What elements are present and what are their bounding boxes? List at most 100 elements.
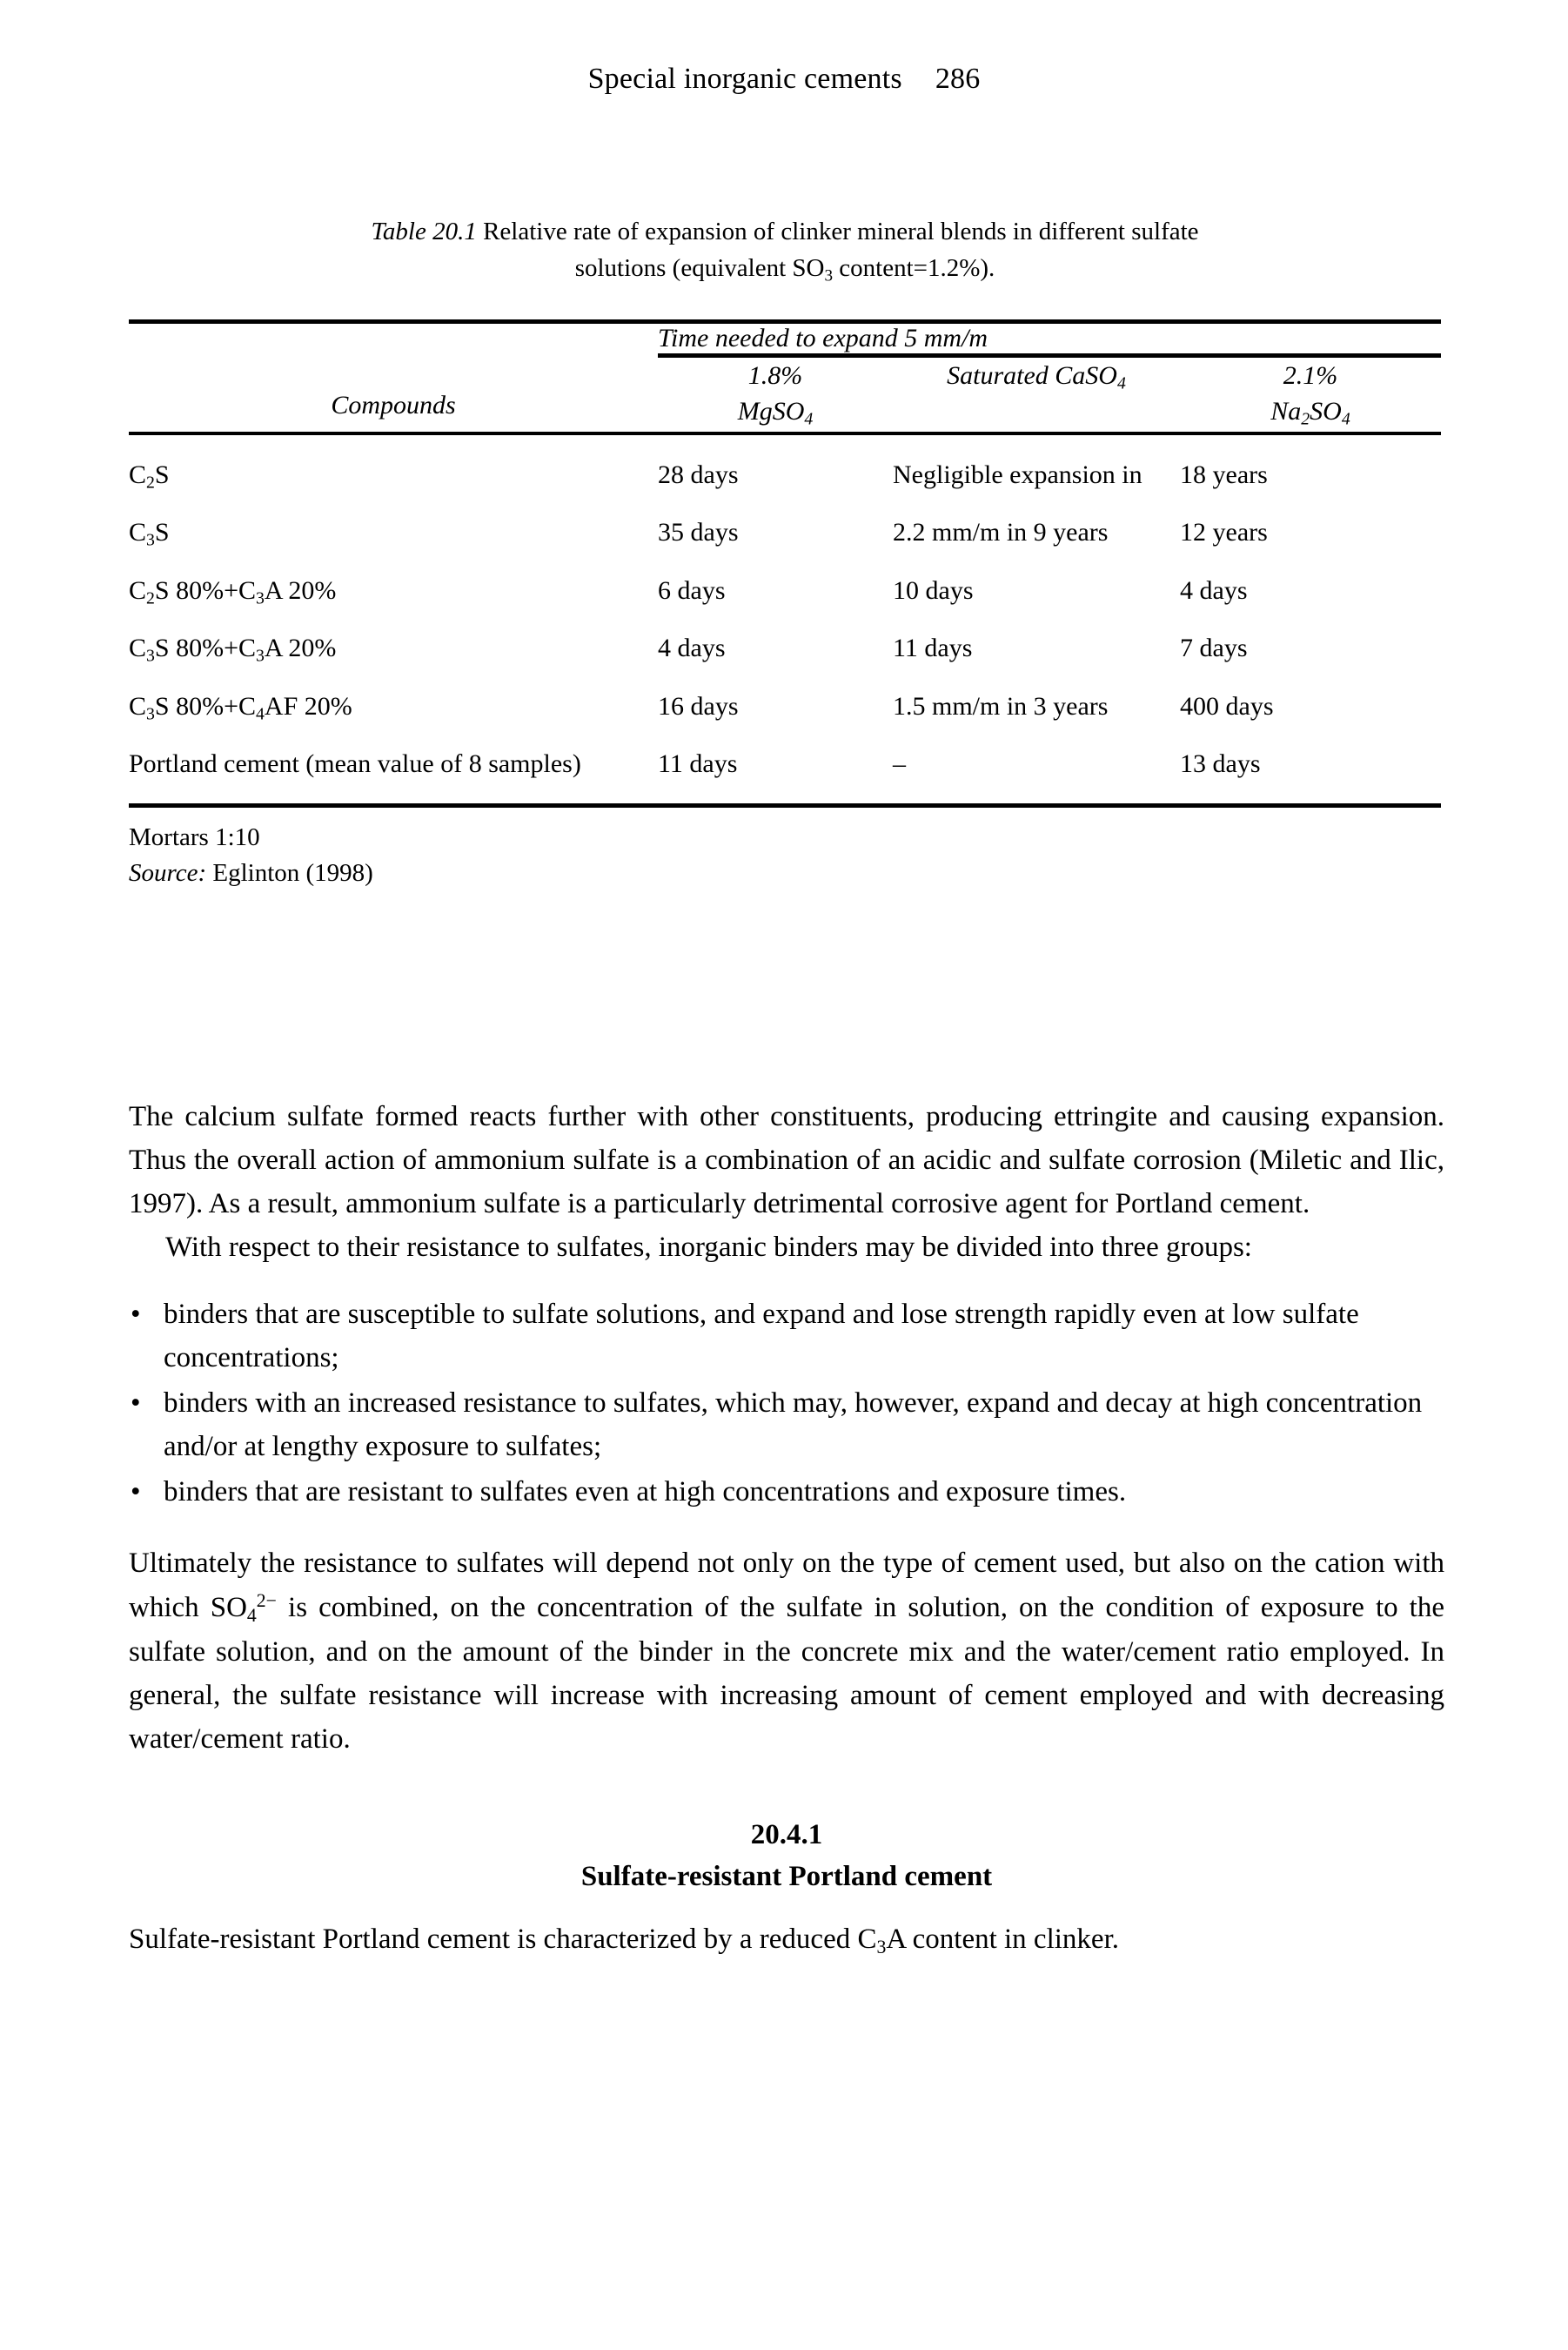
na2so4-percent: 2.1% xyxy=(1283,360,1338,390)
group-header-time-needed: Time needed to expand 5 mm/m xyxy=(658,323,988,352)
table-head: Time needed to expand 5 mm/m Compounds 1… xyxy=(129,319,1441,437)
list-item-text: binders with an increased resistance to … xyxy=(164,1386,1423,1463)
compound-subscript: 2 xyxy=(146,588,155,608)
so4-subscript: 4 xyxy=(246,1604,257,1626)
cell-caso4: 11 days xyxy=(893,634,973,663)
na2so4-text-b: SO xyxy=(1310,397,1342,426)
cell-na2so4: 13 days xyxy=(1180,749,1261,779)
bullet-icon: • xyxy=(131,1298,141,1330)
table-row: C3S 35 days 2.2 mm/m in 9 years 12 years xyxy=(129,494,1441,552)
list-item: • binders that are susceptible to sulfate… xyxy=(129,1292,1444,1380)
mgso4-formula-sub: 4 xyxy=(804,409,814,429)
list-item: • binders that are resistant to sulfates … xyxy=(129,1470,1444,1514)
mgso4-formula-text: MgSO xyxy=(737,397,805,426)
cell-mgso4: 11 days xyxy=(658,749,738,779)
cell-na2so4: 400 days xyxy=(1180,691,1274,721)
table-caption-label: Table 20.1 xyxy=(371,218,477,245)
list-item: • binders with an increased resistance to… xyxy=(129,1381,1444,1468)
compound-subscript: 3 xyxy=(256,588,265,608)
document-page: Special inorganic cements 286 Table 20.1 … xyxy=(0,0,1568,2350)
cell-compound: C2S 80%+C3A 20% xyxy=(129,575,337,608)
compound-subscript: 3 xyxy=(146,704,155,724)
table-caption-text: Relative rate of expansion of clinker mi… xyxy=(476,218,1199,245)
table-foot xyxy=(129,803,1441,809)
table-caption-subscript: 3 xyxy=(824,266,834,285)
section-title: Sulfate-resistant Portland cement xyxy=(580,1861,993,1893)
paragraph-4-part-a: Sulfate-resistant Portland cement is cha… xyxy=(129,1923,877,1955)
list-item-text: binders that are resistant to sulfates e… xyxy=(164,1476,1127,1508)
cell-na2so4: 4 days xyxy=(1180,575,1248,605)
cell-na2so4: 18 years xyxy=(1180,460,1268,489)
table-caption-line2b: content=1.2%). xyxy=(833,253,995,282)
running-head-title: Special inorganic cements xyxy=(587,63,902,95)
cell-caso4: – xyxy=(893,749,906,779)
table-caption: Table 20.1 Relative rate of expansion of… xyxy=(129,214,1441,288)
cell-compound: Portland cement (mean value of 8 samples… xyxy=(129,749,581,779)
na2so4-formula: Na2SO4 xyxy=(1180,393,1441,432)
table-row: C2S 80%+C3A 20% 6 days 10 days 4 days xyxy=(129,553,1441,610)
table-column-header-row: Compounds 1.8% MgSO4 Saturated CaSO4 2.1… xyxy=(129,358,1441,433)
table-group-header-row: Time needed to expand 5 mm/m xyxy=(129,324,1441,356)
cell-mgso4: 4 days xyxy=(658,634,726,663)
column-header-caso4: Saturated CaSO4 xyxy=(893,358,1180,433)
cell-compound: C3S xyxy=(129,518,170,550)
column-header-compounds: Compounds xyxy=(331,390,456,420)
cell-compound: C3S 80%+C3A 20% xyxy=(129,634,337,666)
paragraph-2: With respect to their resistance to sulf… xyxy=(165,1232,1252,1264)
table-bottom-rule xyxy=(129,803,1441,809)
paragraph-1: The calcium sulfate formed reacts furthe… xyxy=(129,1101,1444,1220)
mgso4-percent: 1.8% xyxy=(747,360,803,390)
compound-subscript: 2 xyxy=(146,473,155,493)
rule-cell xyxy=(658,803,893,809)
table-row: C2S 28 days Negligible expansion in 18 y… xyxy=(129,435,1441,494)
table-row: C3S 80%+C4AF 20% 16 days 1.5 mm/m in 3 y… xyxy=(129,668,1441,726)
expansion-rate-table: Time needed to expand 5 mm/m Compounds 1… xyxy=(129,319,1441,809)
cell-mgso4: 28 days xyxy=(658,460,739,489)
column-header-mgso4: 1.8% MgSO4 xyxy=(658,358,893,433)
column-header-na2so4: 2.1% Na2SO4 xyxy=(1180,358,1441,433)
table-source-label: Source: xyxy=(129,859,207,888)
na2so4-sub-2: 4 xyxy=(1341,409,1350,429)
na2so4-sub-1: 2 xyxy=(1301,409,1310,429)
paragraph-3: Ultimately the resistance to sulfates wi… xyxy=(129,1541,1444,1761)
mgso4-formula: MgSO4 xyxy=(658,393,893,432)
table-block: Table 20.1 Relative rate of expansion of… xyxy=(129,214,1441,891)
page-number: 286 xyxy=(935,63,981,95)
compound-subscript: 3 xyxy=(256,646,265,666)
compound-subscript: 3 xyxy=(146,530,155,550)
rule-cell xyxy=(893,803,1180,809)
c3a-subscript: 3 xyxy=(876,1937,887,1957)
group-header-spacer xyxy=(129,324,658,356)
table-source-text: Eglinton (1998) xyxy=(206,859,373,888)
cell-mgso4: 35 days xyxy=(658,518,739,547)
na2so4-text-a: Na xyxy=(1270,397,1302,426)
compound-subscript: 4 xyxy=(256,704,265,724)
cell-mgso4: 6 days xyxy=(658,575,726,605)
bullet-icon: • xyxy=(131,1476,141,1508)
paragraph-3-part-b: is combined, on the concentration of the… xyxy=(129,1591,1444,1756)
table-row: Portland cement (mean value of 8 samples… xyxy=(129,726,1441,805)
cell-caso4: 2.2 mm/m in 9 years xyxy=(893,518,1109,547)
bullet-icon: • xyxy=(131,1386,141,1419)
cell-compound: C3S 80%+C4AF 20% xyxy=(129,691,352,724)
table-row: C3S 80%+C3A 20% 4 days 11 days 7 days xyxy=(129,610,1441,668)
section-heading: 20.4.1 Sulfate-resistant Portland cement xyxy=(129,1815,1444,1898)
table-caption-line2a: solutions (equivalent SO xyxy=(574,253,825,282)
table-source: Source: Eglinton (1998) xyxy=(129,856,1441,891)
list-item-text: binders that are susceptible to sulfate … xyxy=(164,1298,1359,1373)
table-notes: Mortars 1:10 Source: Eglinton (1998) xyxy=(129,820,1441,891)
cell-mgso4: 16 days xyxy=(658,691,739,721)
caso4-sub: 4 xyxy=(1116,373,1126,393)
running-head: Special inorganic cements 286 xyxy=(0,63,1568,96)
rule-cell xyxy=(1180,803,1441,809)
cell-caso4: Negligible expansion in xyxy=(893,460,1142,489)
so4-charge-superscript: 2− xyxy=(256,1589,277,1611)
body-content: The calcium sulfate formed reacts furthe… xyxy=(129,1095,1444,1962)
table-body: C2S 28 days Negligible expansion in 18 y… xyxy=(129,435,1441,806)
binder-groups-list: • binders that are susceptible to sulfate… xyxy=(129,1292,1444,1514)
paragraph-4-part-b: A content in clinker. xyxy=(886,1923,1119,1955)
caso4-label: Saturated CaSO4 xyxy=(893,358,1180,396)
cell-compound: C2S xyxy=(129,460,170,493)
paragraph-4: Sulfate-resistant Portland cement is cha… xyxy=(129,1917,1444,1962)
